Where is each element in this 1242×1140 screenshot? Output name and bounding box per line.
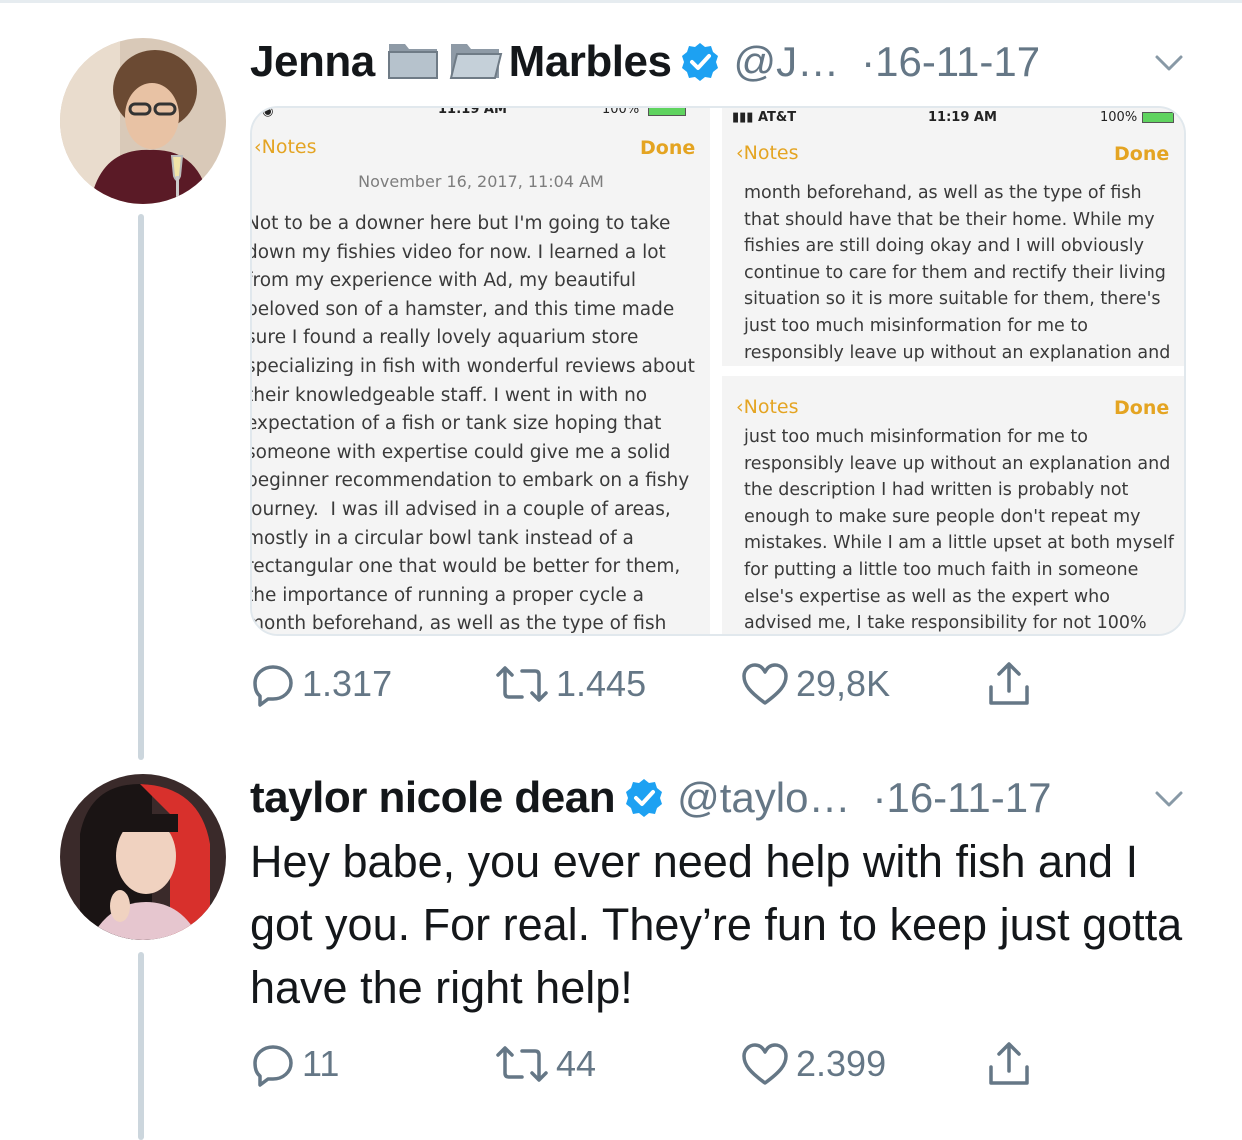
media-gap (710, 108, 722, 634)
notes-done-button[interactable]: Done (640, 137, 695, 159)
reply-icon (253, 1045, 293, 1087)
tweet-text: Hey babe, you ever need help with fish a… (250, 836, 1183, 1013)
author-handle[interactable]: @J… (733, 38, 839, 86)
folder-icon (385, 38, 441, 87)
author-handle[interactable]: @taylo… (677, 774, 850, 822)
status-battery: 100% (1100, 110, 1138, 125)
reply-icon (253, 665, 293, 707)
avatar-jenna[interactable] (60, 38, 226, 204)
status-time: 11:19 AM (928, 110, 997, 125)
tweet-actions: 1.317 1.445 29,8K (250, 654, 1100, 714)
retweet-button[interactable]: 1.445 (494, 654, 646, 714)
notes-back-button[interactable]: ‹Notes (254, 136, 317, 158)
tweet-media[interactable]: ◢ ◉ 11:19 AM 100% ‹Notes Done November 1… (250, 106, 1186, 636)
retweet-count: 1.445 (556, 663, 647, 704)
verified-badge-icon (679, 41, 721, 83)
notes-done-button[interactable]: Done (1114, 397, 1169, 419)
top-divider (0, 0, 1242, 3)
avatar-taylor[interactable] (60, 774, 226, 940)
thread-line (138, 952, 144, 1140)
notes-body: Not to be a downer here but I'm going to… (252, 213, 695, 634)
author-name[interactable]: taylor nicole dean (250, 773, 616, 823)
reply-button[interactable]: 11 (250, 1034, 339, 1094)
folder-icon (447, 38, 503, 87)
reply-button[interactable]: 1.317 (250, 654, 392, 714)
retweet-icon (496, 1046, 548, 1082)
tweet-actions: 11 44 2.399 (250, 1034, 1100, 1094)
retweet-button[interactable]: 44 (494, 1034, 596, 1094)
retweet-count: 44 (556, 1043, 597, 1084)
battery-icon (648, 108, 686, 116)
tweet-date[interactable]: ·16-11-17 (872, 774, 1051, 822)
share-icon (989, 1042, 1029, 1085)
status-carrier: ▮▮▮ AT&T (732, 110, 797, 125)
like-button[interactable]: 29,8K (740, 654, 890, 714)
signal-icon: ◢ ◉ (252, 108, 274, 119)
reply-count: 1.317 (302, 663, 393, 704)
tweet-header: taylor nicole dean @taylo… ·16-11-17 (250, 768, 1051, 828)
notes-screenshot-left[interactable]: ◢ ◉ 11:19 AM 100% ‹Notes Done November 1… (252, 108, 710, 634)
chevron-down-icon[interactable] (1152, 782, 1186, 816)
chevron-down-icon[interactable] (1152, 46, 1186, 80)
like-button[interactable]: 2.399 (740, 1034, 886, 1094)
notes-back-button[interactable]: ‹Notes (736, 396, 799, 418)
notes-back-label: Notes (743, 396, 799, 418)
like-count: 29,8K (796, 663, 891, 704)
status-time: 11:19 AM (438, 108, 507, 117)
share-button[interactable] (984, 654, 1040, 714)
reply-count: 11 (302, 1043, 340, 1084)
notes-body: month beforehand, as well as the type of… (744, 183, 1171, 363)
share-icon (989, 662, 1029, 705)
tweet-date[interactable]: ·16-11-17 (861, 38, 1040, 86)
author-last-name[interactable]: Marbles (509, 37, 672, 87)
author-first-name[interactable]: Jenna (250, 37, 375, 87)
media-gap (722, 366, 1184, 376)
notes-back-button[interactable]: ‹Notes (736, 142, 799, 164)
status-battery: 100% (602, 108, 640, 117)
like-icon (742, 663, 788, 705)
notes-screenshot-right-top[interactable]: ▮▮▮ AT&T 11:19 AM 100% ‹Notes Done month… (722, 108, 1184, 366)
tweet-header: Jenna Marbles @J… ·16-11-17 (250, 32, 1040, 92)
share-button[interactable] (984, 1034, 1040, 1094)
like-icon (742, 1043, 788, 1085)
battery-icon (1142, 112, 1174, 123)
notes-done-button[interactable]: Done (1114, 143, 1169, 165)
thread-line (138, 214, 144, 760)
carrier-label: AT&T (758, 110, 797, 125)
like-count: 2.399 (796, 1043, 887, 1084)
verified-badge-icon (623, 777, 665, 819)
notes-body: just too much misinformation for me to r… (744, 427, 1174, 634)
retweet-icon (496, 666, 548, 702)
notes-date: November 16, 2017, 11:04 AM (358, 172, 604, 191)
notes-screenshot-right-bottom[interactable]: ‹Notes Done just too much misinformation… (722, 376, 1184, 634)
notes-back-label: Notes (261, 136, 317, 158)
notes-back-label: Notes (743, 142, 799, 164)
